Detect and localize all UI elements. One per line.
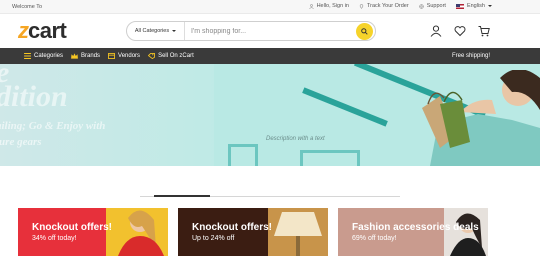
promo-subtitle: 34% off today!: [32, 235, 77, 242]
hero-heading-line2: dition: [0, 80, 68, 113]
us-flag-icon: [455, 3, 464, 9]
promo-card[interactable]: Fashion accessories deals 69% off today!: [338, 208, 488, 256]
top-bar: Welcome To Hello, Sign in Track Your Ord…: [0, 0, 540, 14]
language-select[interactable]: English: [455, 3, 492, 9]
sell-icon: [148, 53, 155, 59]
top-links: Hello, Sign in Track Your Order Support …: [308, 3, 492, 9]
sign-in-link[interactable]: Hello, Sign in: [308, 3, 349, 9]
decor-frame: [228, 144, 258, 166]
promo-subtitle: 69% off today!: [352, 235, 397, 242]
track-order-label: Track Your Order: [367, 3, 409, 9]
site-header: z cart All Categories: [0, 14, 540, 48]
sign-in-label: Hello, Sign in: [316, 3, 349, 9]
category-select[interactable]: All Categories: [127, 22, 185, 40]
carousel-indicator: [140, 195, 400, 197]
hero-subheading-line1: ailing; Go & Enjoy with: [0, 120, 106, 132]
hero-banner[interactable]: e dition ailing; Go & Enjoy with ture ge…: [0, 64, 540, 166]
nav-item-vendors[interactable]: Vendors: [108, 53, 140, 59]
promo-card[interactable]: Knockout offers! 34% off today!: [18, 208, 168, 256]
logo-z: z: [18, 18, 29, 43]
shopper-image: [422, 70, 540, 166]
promo-title: Fashion accessories deals: [352, 222, 479, 233]
decor-frame: [300, 150, 360, 166]
heart-icon: [454, 26, 466, 37]
user-icon: [308, 3, 314, 9]
account-button[interactable]: [430, 24, 442, 37]
search-icon: [361, 27, 368, 35]
nav-label: Sell On zCart: [158, 53, 194, 59]
main-nav: Categories Brands Vendors Sell On zCart …: [0, 48, 540, 64]
zcart-logo[interactable]: z cart: [18, 18, 67, 44]
carousel-indicator-active[interactable]: [154, 195, 210, 197]
nav-item-sell[interactable]: Sell On zCart: [148, 53, 194, 59]
hero-subheading-line2: ture gears: [0, 136, 42, 148]
language-label: English: [466, 3, 485, 9]
support-label: Support: [426, 3, 446, 9]
chevron-down-icon: [488, 5, 492, 7]
nav-item-categories[interactable]: Categories: [24, 53, 63, 59]
welcome-text: Welcome To: [12, 4, 43, 10]
promo-card[interactable]: Knockout offers! Up to 24% off: [178, 208, 328, 256]
wishlist-button[interactable]: [454, 24, 466, 37]
menu-icon: [24, 53, 31, 59]
support-icon: [419, 3, 424, 9]
promo-title: Knockout offers!: [32, 222, 112, 233]
nav-label: Brands: [81, 53, 101, 59]
promo-subtitle: Up to 24% off: [192, 235, 235, 242]
promo-model-image: [106, 208, 168, 256]
crown-icon: [71, 53, 78, 59]
location-icon: [359, 3, 364, 9]
nav-label: Vendors: [118, 53, 141, 59]
nav-item-brands[interactable]: Brands: [71, 53, 100, 59]
header-icons: [430, 24, 490, 37]
promo-title: Knockout offers!: [192, 222, 272, 233]
cart-icon: [478, 26, 490, 37]
support-link[interactable]: Support: [419, 3, 446, 9]
search-button[interactable]: [356, 22, 373, 40]
cart-button[interactable]: [478, 24, 490, 37]
promo-lamp-image: [268, 208, 328, 256]
hero-caption: Description with a text: [266, 136, 325, 142]
free-shipping-text: Free shipping!: [451, 53, 490, 59]
chevron-down-icon: [172, 30, 177, 32]
nav-label: Categories: [34, 53, 64, 59]
store-icon: [108, 53, 115, 59]
category-select-label: All Categories: [134, 28, 170, 34]
search-bar: All Categories: [126, 21, 376, 41]
user-icon: [430, 25, 442, 37]
logo-cart: cart: [28, 18, 67, 43]
track-order-link[interactable]: Track Your Order: [359, 3, 409, 9]
search-input[interactable]: [185, 22, 356, 40]
